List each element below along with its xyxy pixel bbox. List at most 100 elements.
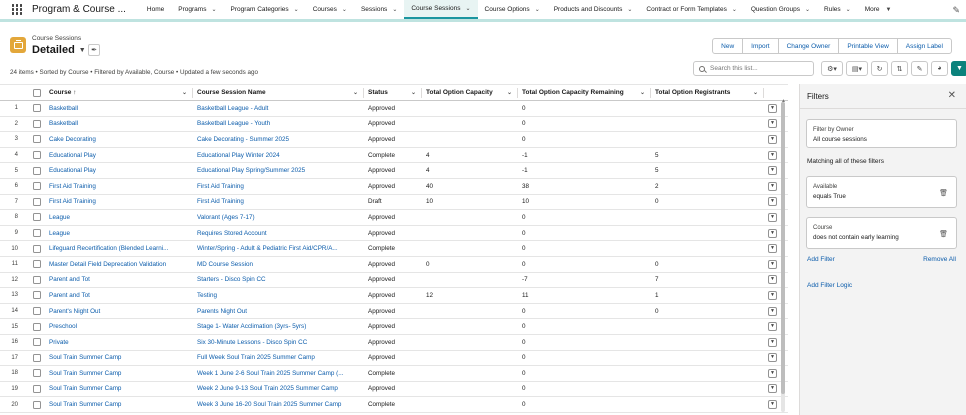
printable-view-button[interactable]: Printable View <box>838 38 898 54</box>
row-actions-dropdown-icon[interactable]: ▼ <box>768 166 777 176</box>
chevron-down-icon[interactable]: ⌄ <box>342 6 347 13</box>
row-actions-dropdown-icon[interactable]: ▼ <box>768 244 777 254</box>
session-link[interactable]: Cake Decorating - Summer 2025 <box>197 136 289 143</box>
charts-button[interactable]: ◕ <box>931 61 948 76</box>
course-cell[interactable]: Basketball <box>45 100 193 117</box>
row-select-cell[interactable] <box>29 100 45 117</box>
course-link[interactable]: Educational Play <box>49 152 96 159</box>
session-link[interactable]: Starters - Disco Spin CC <box>197 276 266 283</box>
nav-item-program-categories[interactable]: Program Categories ⌄ <box>223 0 305 19</box>
row-actions-dropdown-icon[interactable]: ▼ <box>768 384 777 394</box>
session-name-cell[interactable]: MD Course Session <box>193 256 364 273</box>
session-link[interactable]: Valorant (Ages 7-17) <box>197 214 255 221</box>
chevron-down-icon[interactable]: ⌄ <box>182 89 187 96</box>
row-checkbox[interactable] <box>33 213 41 222</box>
session-link[interactable]: Week 2 June 9-13 Soul Train 2025 Summer … <box>197 385 338 392</box>
row-select-cell[interactable] <box>29 350 45 367</box>
row-actions-dropdown-icon[interactable]: ▼ <box>768 212 777 222</box>
row-actions-dropdown-icon[interactable]: ▼ <box>768 353 777 363</box>
row-actions-dropdown-icon[interactable]: ▼ <box>768 337 777 347</box>
session-name-cell[interactable]: Cake Decorating - Summer 2025 <box>193 131 364 148</box>
session-name-cell[interactable]: Full Week Soul Train 2025 Summer Camp <box>193 350 364 367</box>
session-link[interactable]: Testing <box>197 292 217 299</box>
nav-item-courses[interactable]: Courses ⌄ <box>306 0 354 19</box>
course-link[interactable]: First Aid Training <box>49 198 96 205</box>
chevron-down-icon[interactable]: ⌄ <box>846 6 851 13</box>
row-actions-dropdown-icon[interactable]: ▼ <box>768 306 777 316</box>
course-cell[interactable]: Parent's Night Out <box>45 303 193 320</box>
session-name-cell[interactable]: Winter/Spring - Adult & Pediatric First … <box>193 240 364 257</box>
course-link[interactable]: First Aid Training <box>49 183 96 190</box>
row-checkbox[interactable] <box>33 260 41 269</box>
course-link[interactable]: Soul Train Summer Camp <box>49 354 121 361</box>
course-cell[interactable]: League <box>45 209 193 226</box>
course-cell[interactable]: Master Detail Field Deprecation Validati… <box>45 256 193 273</box>
assign-label-button[interactable]: Assign Label <box>896 38 952 54</box>
chevron-down-icon[interactable]: ⌄ <box>465 5 470 12</box>
course-link[interactable]: Parent and Tot <box>49 292 90 299</box>
row-actions-dropdown-icon[interactable]: ▼ <box>768 197 777 207</box>
session-name-cell[interactable]: Week 1 June 2-6 Soul Train 2025 Summer C… <box>193 365 364 382</box>
nav-item-home[interactable]: Home <box>140 0 171 19</box>
edit-nav-icon[interactable]: ✎ <box>952 5 960 16</box>
row-actions-dropdown-icon[interactable]: ▼ <box>768 103 777 113</box>
chevron-down-icon[interactable]: ⌄ <box>805 6 810 13</box>
course-cell[interactable]: Parent and Tot <box>45 287 193 304</box>
row-checkbox[interactable] <box>33 353 41 362</box>
row-checkbox[interactable] <box>33 182 41 191</box>
course-cell[interactable]: Soul Train Summer Camp <box>45 381 193 398</box>
display-as-button[interactable]: ▤▾ <box>846 61 868 76</box>
row-checkbox[interactable] <box>33 135 41 144</box>
session-name-cell[interactable]: Stage 1- Water Acclimation (3yrs- 5yrs) <box>193 318 364 335</box>
search-box[interactable] <box>693 61 814 76</box>
row-select-cell[interactable] <box>29 131 45 148</box>
session-name-cell[interactable]: Basketball League - Adult <box>193 100 364 117</box>
row-checkbox[interactable] <box>33 400 41 409</box>
chevron-down-icon[interactable]: ⌄ <box>535 6 540 13</box>
add-filter-link[interactable]: Add Filter <box>807 256 835 263</box>
column-header-status[interactable]: Status ⌄ <box>364 84 422 101</box>
row-checkbox[interactable] <box>33 369 41 378</box>
row-select-cell[interactable] <box>29 240 45 257</box>
row-select-cell[interactable] <box>29 256 45 273</box>
filter-card-course[interactable]: Course does not contain early learning 🗑 <box>806 217 957 249</box>
app-launcher-icon[interactable] <box>6 0 28 21</box>
row-checkbox[interactable] <box>33 166 41 175</box>
change-owner-button[interactable]: Change Owner <box>777 38 840 54</box>
row-select-cell[interactable] <box>29 225 45 242</box>
course-link[interactable]: Soul Train Summer Camp <box>49 401 121 408</box>
remove-all-link[interactable]: Remove All <box>923 256 956 263</box>
row-checkbox[interactable] <box>33 151 41 160</box>
column-header-capacity-remaining[interactable]: Total Option Capacity Remaining ⌄ <box>518 84 651 101</box>
nav-item-rules[interactable]: Rules ⌄ <box>817 0 858 19</box>
owner-filter-card[interactable]: Filter by Owner All course sessions <box>806 119 957 148</box>
row-select-cell[interactable] <box>29 178 45 195</box>
row-checkbox[interactable] <box>33 322 41 331</box>
course-link[interactable]: Master Detail Field Deprecation Validati… <box>49 261 166 268</box>
row-checkbox[interactable] <box>33 119 41 128</box>
row-select-cell[interactable] <box>29 334 45 351</box>
chevron-down-icon[interactable]: ⌄ <box>392 6 397 13</box>
row-select-cell[interactable] <box>29 162 45 179</box>
row-select-cell[interactable] <box>29 209 45 226</box>
row-select-cell[interactable] <box>29 147 45 164</box>
chevron-down-icon[interactable]: ⌄ <box>353 89 358 96</box>
row-checkbox[interactable] <box>33 244 41 253</box>
course-link[interactable]: Private <box>49 339 69 346</box>
chevron-down-icon[interactable]: ⌄ <box>732 6 737 13</box>
course-cell[interactable]: Basketball <box>45 116 193 133</box>
row-checkbox[interactable] <box>33 104 41 113</box>
chevron-down-icon[interactable]: ⌄ <box>753 89 758 96</box>
row-select-cell[interactable] <box>29 116 45 133</box>
list-settings-button[interactable]: ⚙▾ <box>821 61 843 76</box>
session-name-cell[interactable]: Parents Night Out <box>193 303 364 320</box>
course-link[interactable]: Parent's Night Out <box>49 308 100 315</box>
nav-item-course-sessions[interactable]: Course Sessions ⌄ <box>404 0 478 19</box>
course-cell[interactable]: Preschool <box>45 318 193 335</box>
course-link[interactable]: Basketball <box>49 120 78 127</box>
course-cell[interactable]: Parent and Tot <box>45 272 193 289</box>
session-link[interactable]: First Aid Training <box>197 183 244 190</box>
course-link[interactable]: Cake Decorating <box>49 136 96 143</box>
session-name-cell[interactable]: Week 2 June 9-13 Soul Train 2025 Summer … <box>193 381 364 398</box>
row-checkbox[interactable] <box>33 384 41 393</box>
